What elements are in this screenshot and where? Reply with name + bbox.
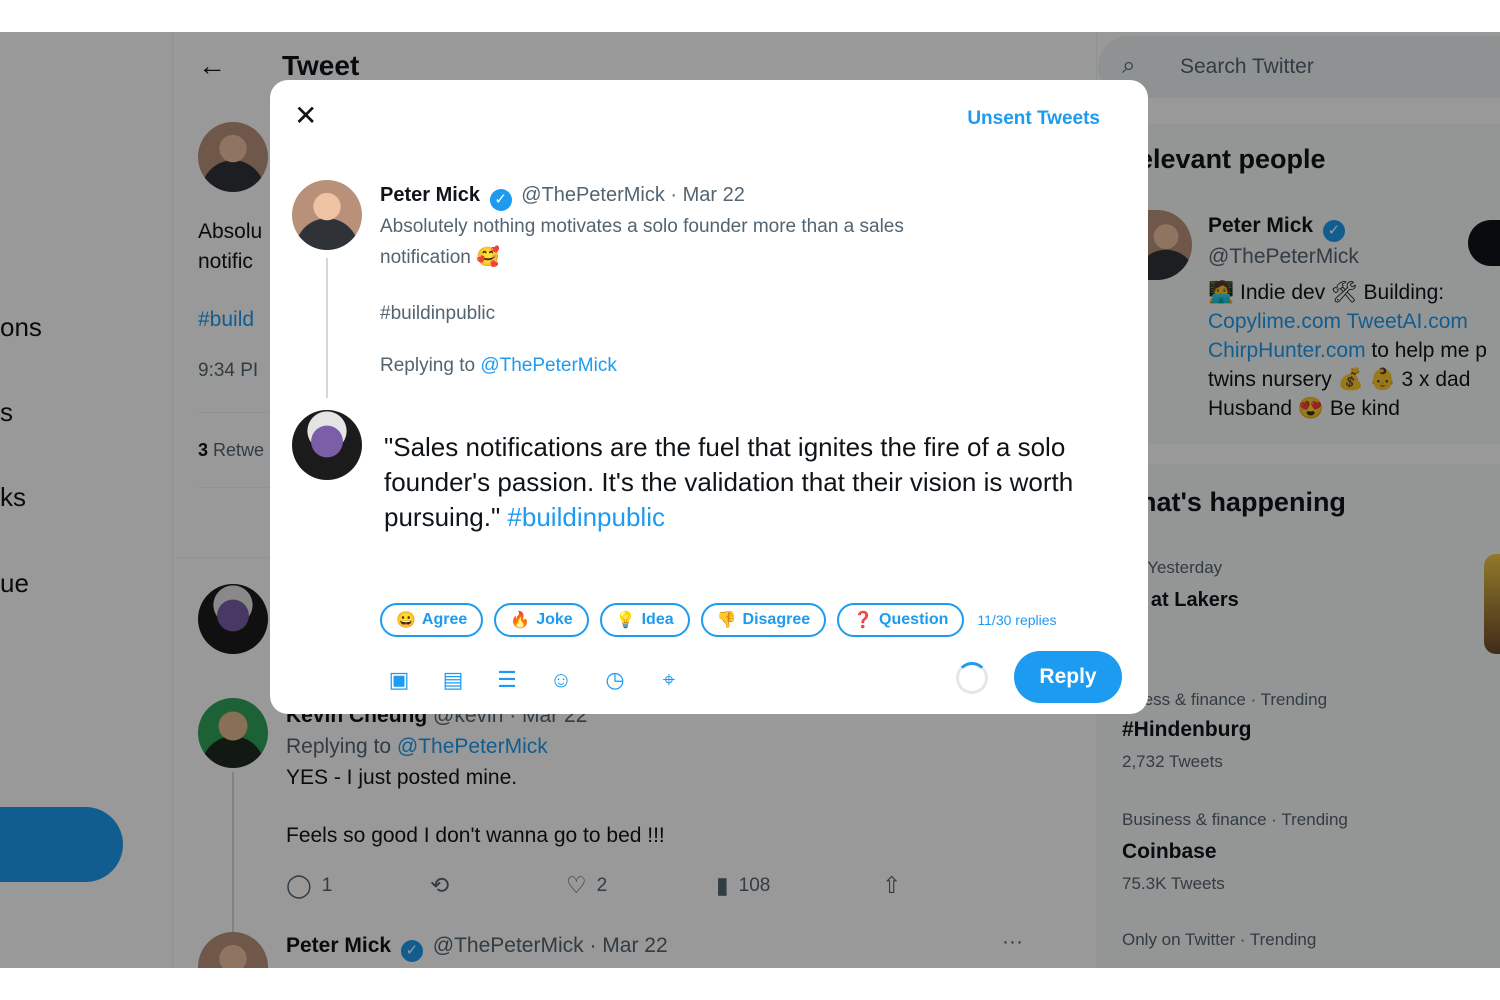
lightbulb-icon: 💡 — [615, 612, 636, 629]
fire-icon: 🔥 — [510, 612, 531, 629]
reply-text: "Sales notifications are the fuel that i… — [384, 432, 1074, 532]
chip-label: Joke — [536, 611, 573, 628]
reply-button[interactable]: Reply — [1014, 651, 1122, 703]
avatar — [292, 180, 362, 250]
thumbs-down-icon: 👎 — [716, 612, 737, 629]
poll-icon[interactable]: ☰ — [492, 665, 522, 695]
screenshot-frame: ons s ks ue ← Tweet Absolu notific #buil… — [0, 32, 1500, 968]
author-handle-date: @ThePeterMick · Mar 22 — [521, 184, 745, 206]
chip-label: Agree — [421, 611, 468, 628]
original-tweet-hashtag: #buildinpublic — [380, 303, 496, 324]
chip-label: Idea — [641, 611, 674, 628]
replies-counter: 11/30 replies — [977, 612, 1057, 628]
character-progress-ring — [956, 662, 988, 694]
image-icon[interactable]: ▣ — [384, 665, 414, 695]
original-tweet-author: Peter Mick ✓ @ThePeterMick · Mar 22 — [380, 184, 745, 211]
replying-prefix: Replying to — [380, 355, 476, 376]
replying-to: Replying to @ThePeterMick — [380, 355, 617, 377]
gif-icon[interactable]: ▤ — [438, 665, 468, 695]
compose-toolbar: ▣ ▤ ☰ ☺ ◷ ⌖ — [384, 665, 684, 695]
location-icon[interactable]: ⌖ — [654, 665, 684, 695]
question-mark-icon: ❓ — [853, 612, 874, 629]
suggestion-chips: 😀 Agree 🔥 Joke 💡 Idea 👎 Disagree ❓ Question 1… — [380, 603, 1057, 637]
avatar — [292, 410, 362, 480]
thread-line — [326, 258, 328, 398]
emoji-icon[interactable]: ☺ — [546, 665, 576, 695]
chip-label: Question — [879, 611, 949, 628]
replying-handle-link[interactable]: @ThePeterMick — [480, 355, 617, 376]
chip-agree[interactable]: 😀 Agree — [380, 603, 484, 637]
close-icon[interactable]: ✕ — [294, 102, 317, 130]
smile-icon: 😀 — [396, 612, 416, 629]
verified-badge-icon: ✓ — [489, 189, 512, 211]
unsent-tweets-button[interactable]: Unsent Tweets — [967, 108, 1100, 130]
chip-disagree[interactable]: 👎 Disagree — [700, 603, 827, 637]
chip-label: Disagree — [742, 611, 811, 628]
reply-hashtag: #buildinpublic — [507, 502, 665, 532]
original-tweet-line: Absolutely nothing motivates a solo foun… — [380, 216, 904, 237]
author-name: Peter Mick — [380, 184, 481, 206]
reply-compose-textarea[interactable]: "Sales notifications are the fuel that i… — [384, 430, 1129, 535]
reply-modal: ✕ Unsent Tweets Peter Mick ✓ @ThePeterMi… — [270, 80, 1148, 714]
schedule-icon[interactable]: ◷ — [600, 665, 630, 695]
original-tweet-line: notification 🥰 — [380, 247, 500, 268]
chip-joke[interactable]: 🔥 Joke — [494, 603, 589, 637]
chip-question[interactable]: ❓ Question — [837, 603, 965, 637]
chip-idea[interactable]: 💡 Idea — [599, 603, 690, 637]
